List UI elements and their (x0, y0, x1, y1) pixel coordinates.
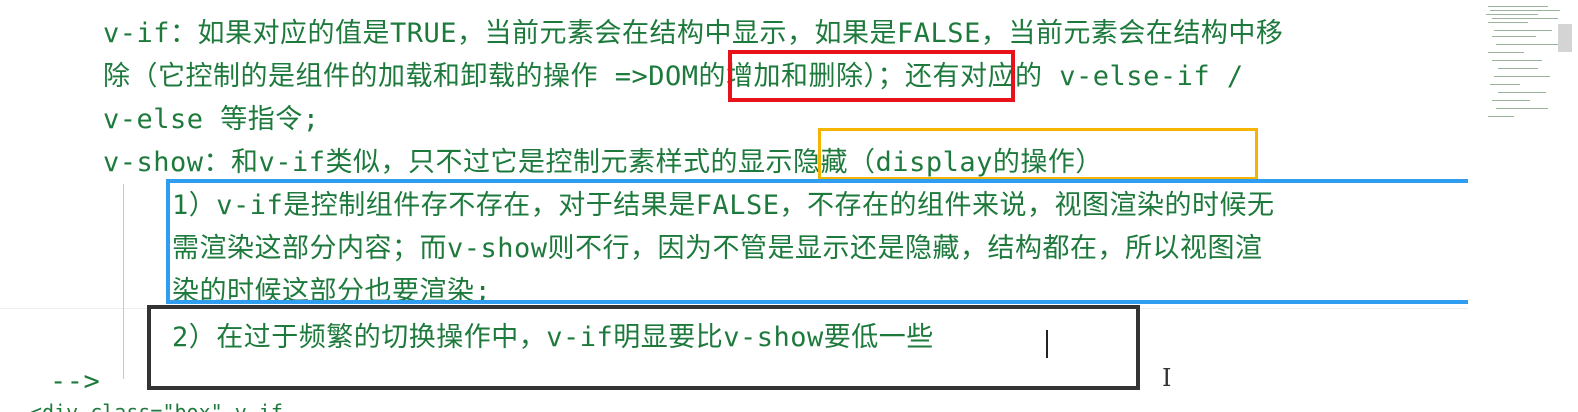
text-cursor-icon: I (1162, 364, 1172, 392)
orange-highlight-box (818, 128, 1258, 180)
indent-guide (123, 184, 124, 379)
text-caret (1046, 330, 1048, 358)
code-line-9[interactable]: --> (50, 364, 100, 400)
blue-highlight-box (166, 179, 1509, 304)
code-line-1[interactable]: v-if：如果对应的值是TRUE，当前元素会在结构中显示，如果是FALSE，当前… (103, 16, 1283, 52)
minimap-scroll-thumb[interactable] (1558, 24, 1572, 52)
code-line-3[interactable]: v-else 等指令; (103, 102, 320, 138)
red-highlight-box (728, 50, 1015, 102)
black-highlight-box (147, 305, 1140, 390)
minimap[interactable] (1468, 0, 1578, 412)
code-line-partial: <div class="box" v-if (30, 400, 283, 412)
code-line-2[interactable]: 除（它控制的是组件的加载和卸载的操作 =>DOM的增加和删除）；还有对应的 v-… (103, 59, 1244, 95)
code-editor[interactable]: v-if：如果对应的值是TRUE，当前元素会在结构中显示，如果是FALSE，当前… (0, 0, 1578, 412)
